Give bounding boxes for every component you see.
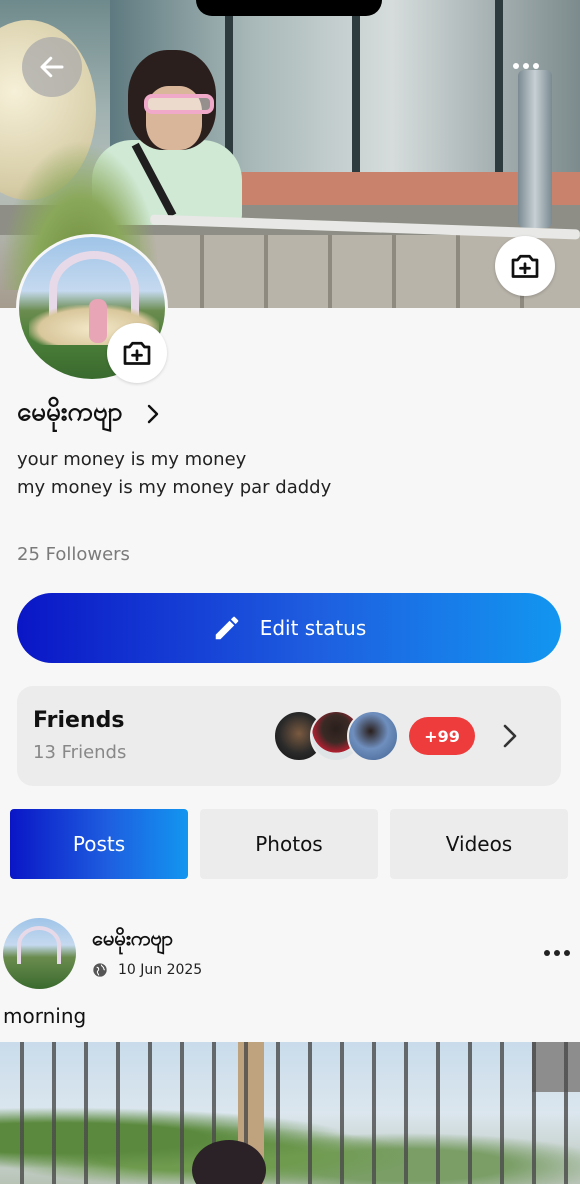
post-author-avatar[interactable] [3, 918, 76, 989]
dot-icon [544, 950, 550, 956]
friends-card[interactable]: Friends 13 Friends +99 [17, 686, 561, 786]
avatar-arch [17, 926, 61, 964]
friends-title: Friends [33, 708, 125, 733]
pencil-icon [215, 616, 238, 640]
tab-photos[interactable]: Photos [200, 809, 378, 879]
friends-count: 13 Friends [33, 742, 127, 763]
change-avatar-button[interactable] [107, 323, 167, 383]
window-frame [495, 0, 503, 180]
chevron-right-icon [147, 404, 158, 423]
globe-icon [93, 963, 107, 977]
tab-videos[interactable]: Videos [390, 809, 568, 879]
post-text: morning [3, 1004, 87, 1028]
cover-post [518, 70, 552, 228]
camera-add-icon [511, 254, 539, 278]
cover-girl-glasses [144, 94, 214, 114]
dot-icon [523, 63, 529, 69]
edit-status-button[interactable]: Edit status [17, 593, 561, 663]
bio-line: my money is my money par daddy [17, 477, 332, 498]
profile-bio: your money is my money my money is my mo… [17, 446, 331, 502]
photo-railing [0, 1042, 580, 1184]
profile-name-row[interactable]: မေမိုးကဗျာ [17, 394, 163, 433]
camera-notch [196, 0, 382, 16]
post-date: 10 Jun 2025 [118, 962, 203, 978]
profile-tabs: Posts Photos Videos [10, 809, 568, 879]
window-frame [352, 0, 360, 180]
more-options-button[interactable] [509, 56, 543, 76]
arrow-left-icon [40, 56, 64, 78]
post-meta: 10 Jun 2025 [92, 962, 202, 978]
edit-status-label: Edit status [259, 616, 367, 640]
bio-line: your money is my money [17, 449, 247, 470]
friend-avatar [347, 710, 399, 762]
more-friends-badge: +99 [409, 717, 475, 755]
tab-posts[interactable]: Posts [10, 809, 188, 879]
profile-name: မေမိုးကဗျာ [17, 397, 123, 427]
dot-icon [513, 63, 519, 69]
post-photo[interactable] [0, 1042, 580, 1184]
dot-icon [533, 63, 539, 69]
post-author-name[interactable]: မေမိုးကဗျာ [92, 925, 173, 955]
camera-add-icon [123, 341, 151, 365]
post-more-button[interactable] [544, 950, 570, 956]
change-cover-button[interactable] [495, 236, 555, 296]
chevron-right-icon [503, 724, 517, 748]
avatar-child [89, 299, 107, 343]
dot-icon [554, 950, 560, 956]
dot-icon [564, 950, 570, 956]
back-button[interactable] [22, 37, 82, 97]
followers-count[interactable]: 25 Followers [17, 544, 130, 565]
